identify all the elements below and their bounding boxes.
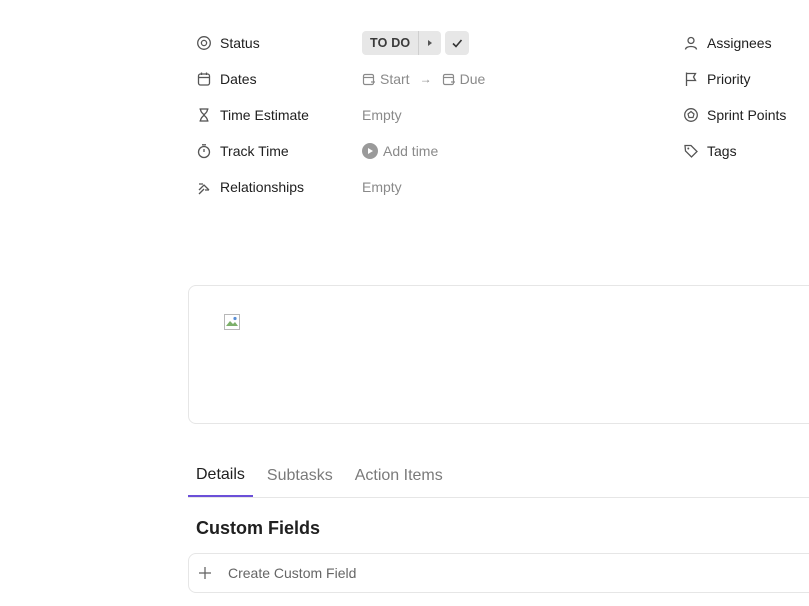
field-relationships: Relationships	[196, 175, 304, 199]
status-control: TO DO	[362, 31, 470, 55]
field-assignees[interactable]: Assignees	[683, 31, 772, 55]
hourglass-icon	[196, 107, 212, 123]
status-value[interactable]: TO DO	[362, 36, 418, 50]
next-status-button[interactable]	[418, 31, 441, 55]
field-sprint-points[interactable]: Sprint Points	[683, 103, 786, 127]
field-label-priority: Priority	[707, 71, 751, 87]
create-custom-field-button[interactable]: Create Custom Field	[188, 553, 809, 593]
status-icon	[196, 35, 212, 51]
add-time-button[interactable]: Add time	[362, 139, 438, 163]
broken-image-icon	[224, 314, 240, 330]
field-dates: Dates	[196, 67, 257, 91]
checkmark-icon	[452, 39, 463, 48]
custom-fields-title: Custom Fields	[196, 518, 321, 538]
start-date-button[interactable]: Start	[380, 71, 410, 87]
description-preview-card[interactable]	[188, 285, 809, 424]
tab-details[interactable]: Details	[188, 455, 253, 497]
tag-icon	[683, 143, 699, 159]
field-time-estimate: Time Estimate	[196, 103, 309, 127]
tab-action-items[interactable]: Action Items	[347, 455, 451, 496]
complete-status-button[interactable]	[445, 31, 470, 55]
flag-icon	[683, 71, 699, 87]
field-label-tags: Tags	[707, 143, 737, 159]
arrow-right-icon: →	[419, 72, 432, 86]
calendar-due-icon	[442, 72, 456, 86]
field-label-status: Status	[220, 35, 260, 51]
field-status: Status	[196, 31, 260, 55]
relationships-value[interactable]: Empty	[362, 175, 402, 199]
play-icon	[362, 143, 378, 159]
caret-right-icon	[428, 40, 433, 46]
calendar-icon	[196, 71, 212, 87]
field-priority[interactable]: Priority	[683, 67, 751, 91]
status-pill[interactable]: TO DO	[362, 31, 442, 55]
calendar-start-icon	[362, 72, 376, 86]
time-estimate-value[interactable]: Empty	[362, 103, 402, 127]
field-track-time: Track Time	[196, 139, 289, 163]
field-label-assignees: Assignees	[707, 35, 772, 51]
field-label-sprint-points: Sprint Points	[707, 107, 787, 123]
field-label-dates: Dates	[220, 71, 257, 87]
tab-bar: Details Subtasks Action Items	[188, 455, 809, 498]
field-label-time-estimate: Time Estimate	[220, 107, 309, 123]
field-label-track-time: Track Time	[220, 143, 289, 159]
sprint-points-icon	[683, 107, 699, 123]
relationships-icon	[196, 179, 212, 195]
person-icon	[683, 35, 699, 51]
due-date-button[interactable]: Due	[460, 71, 486, 87]
plus-icon	[197, 565, 213, 581]
stopwatch-icon	[196, 143, 212, 159]
field-label-relationships: Relationships	[220, 179, 305, 195]
tab-subtasks[interactable]: Subtasks	[259, 455, 341, 496]
add-time-label: Add time	[383, 143, 439, 159]
field-tags[interactable]: Tags	[683, 139, 737, 163]
dates-control: Start → Due	[362, 67, 485, 91]
create-custom-field-label: Create Custom Field	[228, 565, 357, 581]
